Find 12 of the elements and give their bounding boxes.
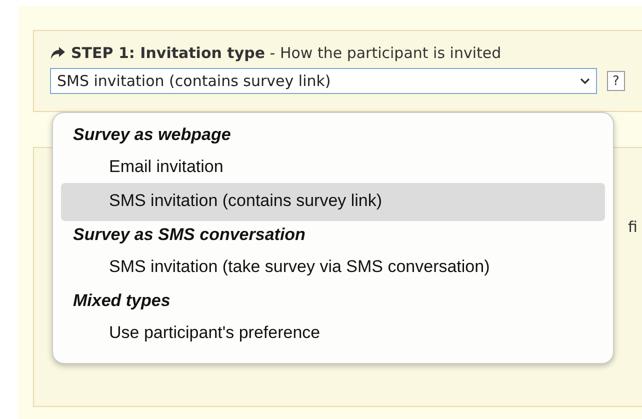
partial-text: fi bbox=[628, 218, 638, 238]
help-button[interactable]: ? bbox=[607, 71, 625, 91]
share-arrow-icon bbox=[50, 46, 66, 60]
dropdown-option[interactable]: SMS invitation (contains survey link) bbox=[61, 183, 605, 221]
option-group-label: Mixed types bbox=[72, 290, 172, 312]
invitation-type-select[interactable]: SMS invitation (contains survey link) bbox=[50, 68, 597, 94]
option-group-label: Survey as webpage bbox=[72, 124, 232, 146]
option-group-label: Survey as SMS conversation bbox=[72, 224, 306, 246]
step-heading: STEP 1: Invitation type - How the participant is invited bbox=[71, 44, 502, 62]
caret-icon bbox=[580, 78, 590, 84]
dropdown-option[interactable]: SMS invitation (take survey via SMS conversation) bbox=[61, 249, 605, 287]
dropdown-option[interactable]: Use participant's preference bbox=[61, 315, 605, 353]
